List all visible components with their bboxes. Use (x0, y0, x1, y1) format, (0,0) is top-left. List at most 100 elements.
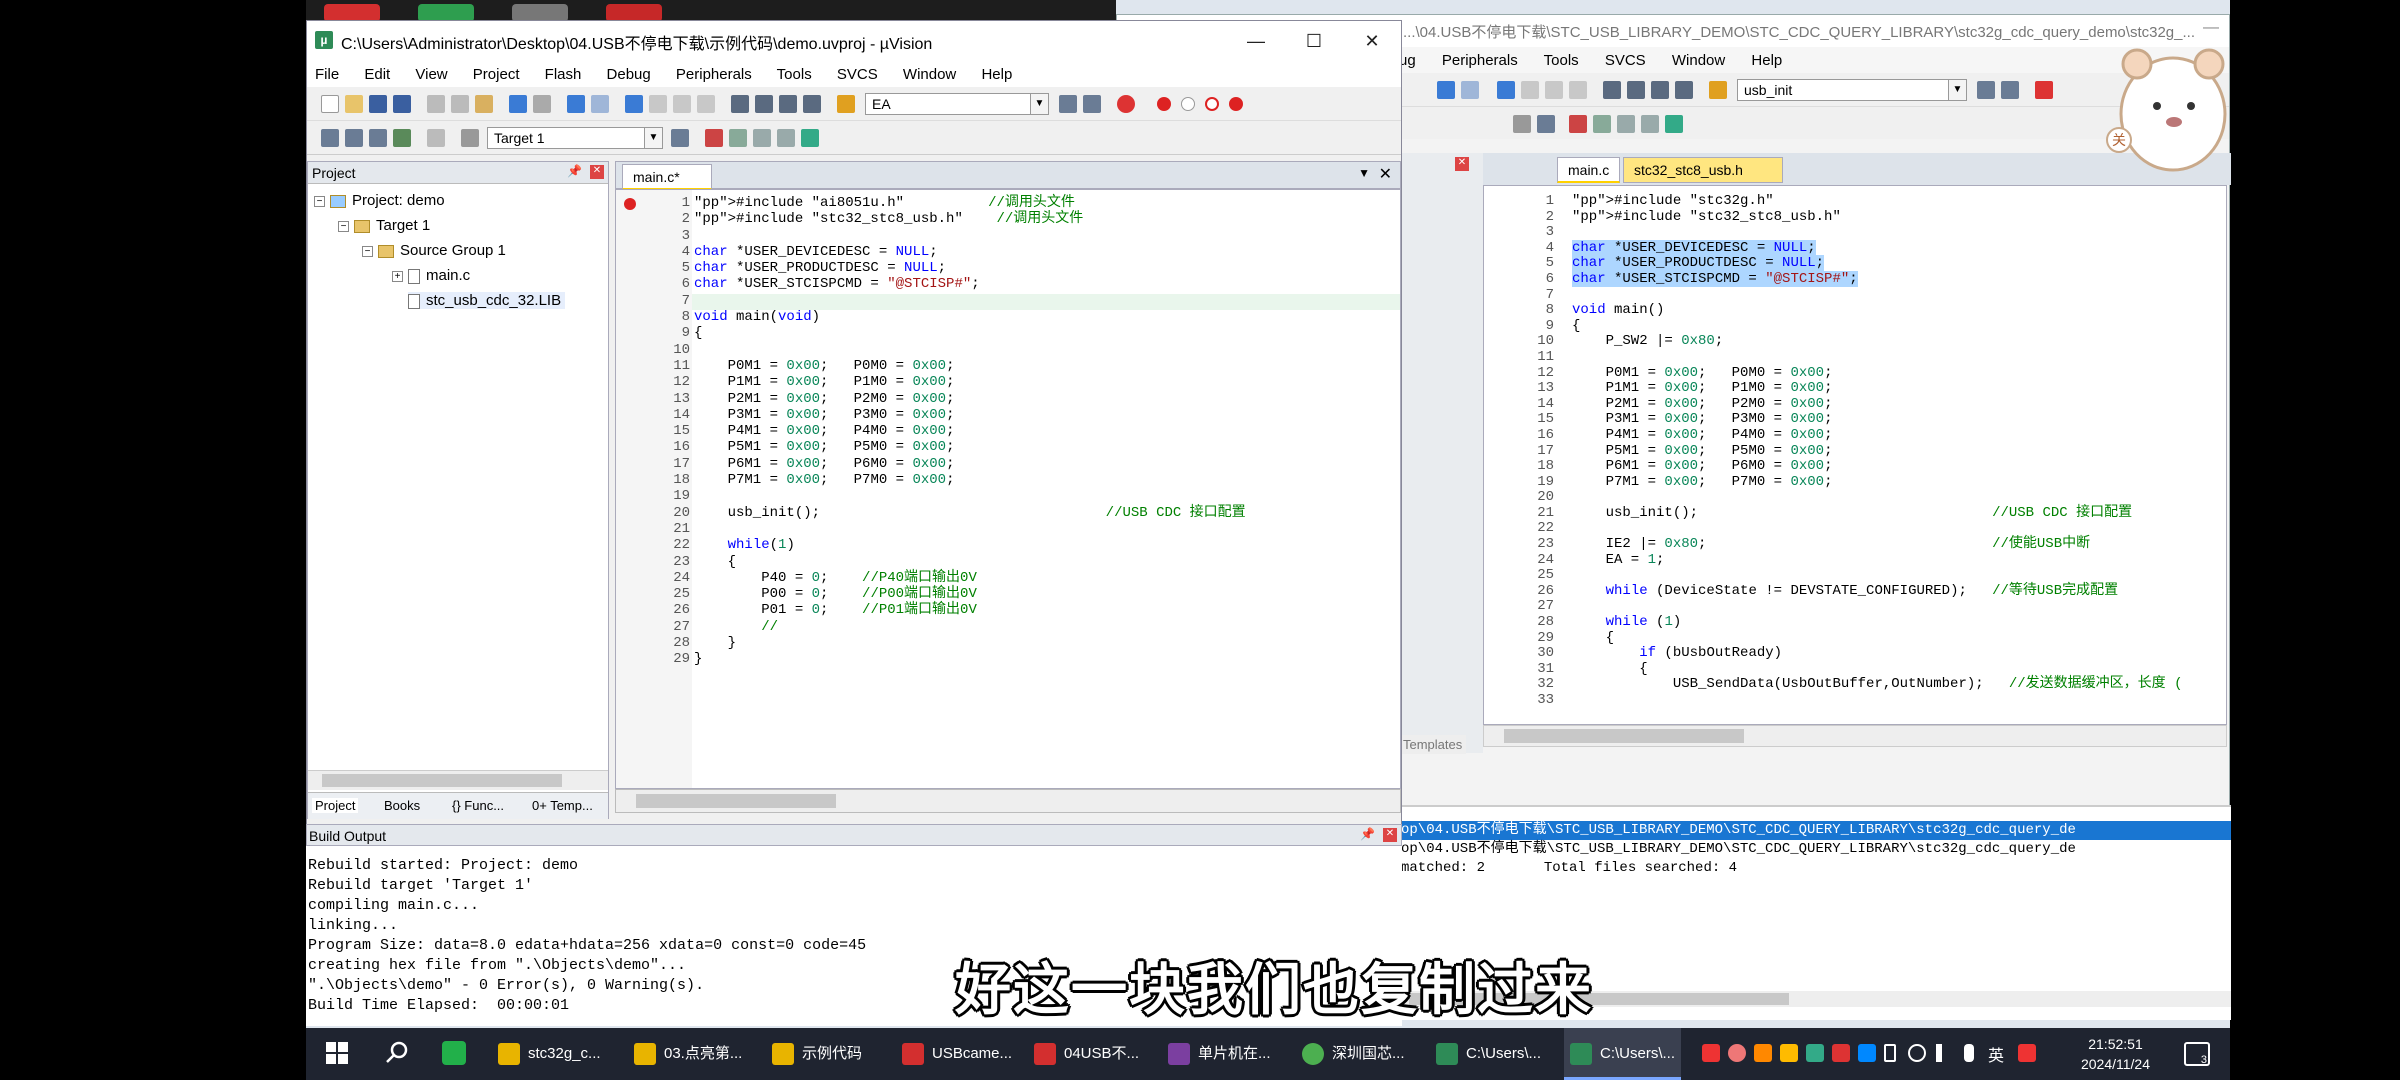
stop-build-icon[interactable] (427, 129, 445, 147)
close-icon[interactable]: ✕ (1455, 157, 1469, 171)
bookmark-icon[interactable] (625, 95, 643, 113)
scrollbar-thumb[interactable] (322, 774, 562, 787)
bookmark-prev-icon[interactable] (649, 95, 667, 113)
build-icon[interactable] (345, 129, 363, 147)
scrollbar-thumb[interactable] (1504, 729, 1744, 743)
bookmark-clear-icon[interactable] (697, 95, 715, 113)
maximize-button[interactable]: ☐ (1285, 21, 1343, 61)
pin-icon[interactable]: 📌 (1360, 827, 1375, 841)
translate-icon[interactable] (321, 129, 339, 147)
tab-functions[interactable]: {} Func... (452, 798, 504, 813)
components-icon[interactable] (1617, 115, 1635, 133)
cut-icon[interactable] (427, 95, 445, 113)
unindent-icon[interactable] (755, 95, 773, 113)
packs-icon[interactable] (1641, 115, 1659, 133)
menu-item-help[interactable]: Help (1751, 52, 1782, 69)
menu-item-peripherals[interactable]: Peripherals (676, 66, 752, 83)
tree-item-lib[interactable]: stc_usb_cdc_32.LIB (408, 292, 566, 309)
menu-item-window[interactable]: Window (1672, 52, 1725, 69)
horizontal-scrollbar[interactable] (308, 770, 608, 790)
tools-icon[interactable] (2001, 81, 2019, 99)
menu-item-flash[interactable]: Flash (545, 66, 582, 83)
close-icon[interactable]: ✕ (590, 165, 604, 179)
options-icon[interactable] (1537, 115, 1555, 133)
taskbar-item[interactable]: USBcame... (896, 1028, 1018, 1080)
breakpoint-kill-icon[interactable] (1229, 97, 1243, 111)
save-icon[interactable] (369, 95, 387, 113)
menu-item-svcs[interactable]: SVCS (1605, 52, 1646, 69)
menu-item-peripherals[interactable]: Peripherals (1442, 52, 1518, 69)
tray-icon[interactable] (1754, 1044, 1772, 1062)
paste-icon[interactable] (475, 95, 493, 113)
network-icon[interactable] (1908, 1044, 1926, 1062)
books-icon[interactable] (1593, 115, 1611, 133)
menu-item-window[interactable]: Window (903, 66, 956, 83)
target-options-icon[interactable] (671, 129, 689, 147)
close-button[interactable]: ✕ (1343, 21, 1401, 61)
tab-main-c[interactable]: main.c* (622, 164, 712, 190)
new-file-icon[interactable] (321, 95, 339, 113)
tools-icon[interactable] (1083, 95, 1101, 113)
menu-item-help[interactable]: Help (981, 66, 1012, 83)
wechat-icon[interactable] (442, 1041, 466, 1065)
tray-icon[interactable] (1806, 1044, 1824, 1062)
tab-project[interactable]: Project (312, 798, 359, 813)
horizontal-scrollbar[interactable] (615, 789, 1401, 813)
microphone-icon[interactable] (1964, 1044, 1974, 1062)
uvision-window[interactable]: µ C:\Users\Administrator\Desktop\04.USB不… (306, 20, 1402, 828)
forward-icon[interactable] (1461, 81, 1479, 99)
zoom-icon[interactable] (2035, 81, 2053, 99)
notification-icon[interactable]: 3 (2184, 1042, 2210, 1066)
chevron-down-icon[interactable]: ▼ (644, 128, 662, 148)
manage-icon[interactable] (1569, 115, 1587, 133)
breakpoint-clear-icon[interactable] (1205, 97, 1219, 111)
manage-components-icon[interactable] (705, 129, 723, 147)
taskbar-item[interactable]: stc32g_c... (492, 1028, 607, 1080)
undo-icon[interactable] (509, 95, 527, 113)
save-all-icon[interactable] (393, 95, 411, 113)
menu-item-project[interactable]: Project (473, 66, 520, 83)
tray-icon[interactable] (1780, 1044, 1798, 1062)
close-tab-icon[interactable]: ✕ (1379, 164, 1392, 184)
clock[interactable]: 21:52:51 2024/11/24 (2081, 1034, 2150, 1074)
battery-icon[interactable] (1884, 1044, 1896, 1062)
tray-icon[interactable] (1702, 1044, 1720, 1062)
bookmark-prev-icon[interactable] (1521, 81, 1539, 99)
bookmark-next-icon[interactable] (1545, 81, 1563, 99)
taskbar-item[interactable]: C:\Users\... (1430, 1028, 1547, 1080)
chevron-down-icon[interactable]: ▼ (1030, 94, 1048, 114)
bookmark-clear-icon[interactable] (1569, 81, 1587, 99)
redo-icon[interactable] (533, 95, 551, 113)
taskbar-item[interactable]: 示例代码 (766, 1028, 868, 1080)
minimize-button[interactable]: — (1227, 21, 1285, 61)
components-icon[interactable] (753, 129, 771, 147)
tree-item-project[interactable]: − Project: demo (314, 192, 445, 209)
find-result-line[interactable]: op\04.USB不停电下载\STC_USB_LIBRARY_DEMO\STC_… (1399, 840, 2231, 859)
copy-icon[interactable] (451, 95, 469, 113)
find-in-files-icon[interactable] (1709, 81, 1727, 99)
menu-item-tools[interactable]: Tools (1544, 52, 1579, 69)
menu-item-edit[interactable]: Edit (364, 66, 390, 83)
find-combo[interactable]: EA ▼ (865, 93, 1049, 115)
bookmark-icon[interactable] (1497, 81, 1515, 99)
tree-item-source-group[interactable]: − Source Group 1 (362, 242, 506, 259)
volume-icon[interactable] (1936, 1044, 1954, 1062)
horizontal-scrollbar[interactable] (1483, 725, 2227, 747)
indent-icon[interactable] (731, 95, 749, 113)
tab-templates[interactable]: 0+ Temp... (532, 798, 593, 813)
search-icon[interactable] (1059, 95, 1077, 113)
sogou-icon[interactable] (2018, 1044, 2036, 1062)
find-in-files-icon[interactable] (837, 95, 855, 113)
rebuild-icon[interactable] (369, 129, 387, 147)
tab-stc32-stc8-usb-h[interactable]: stc32_stc8_usb.h (1623, 157, 1783, 183)
menu-item-debug[interactable]: Debug (607, 66, 651, 83)
close-icon[interactable]: ✕ (1383, 828, 1397, 842)
uncomment-icon[interactable] (1675, 81, 1693, 99)
navigate-back-icon[interactable] (567, 95, 585, 113)
taskbar-item[interactable]: 03.点亮第... (628, 1028, 748, 1080)
target-combo[interactable]: Target 1 ▼ (487, 127, 663, 149)
packs-icon[interactable] (777, 129, 795, 147)
menu-item-tools[interactable]: Tools (777, 66, 812, 83)
pack-installer-icon[interactable] (1665, 115, 1683, 133)
unindent-icon[interactable] (1627, 81, 1645, 99)
